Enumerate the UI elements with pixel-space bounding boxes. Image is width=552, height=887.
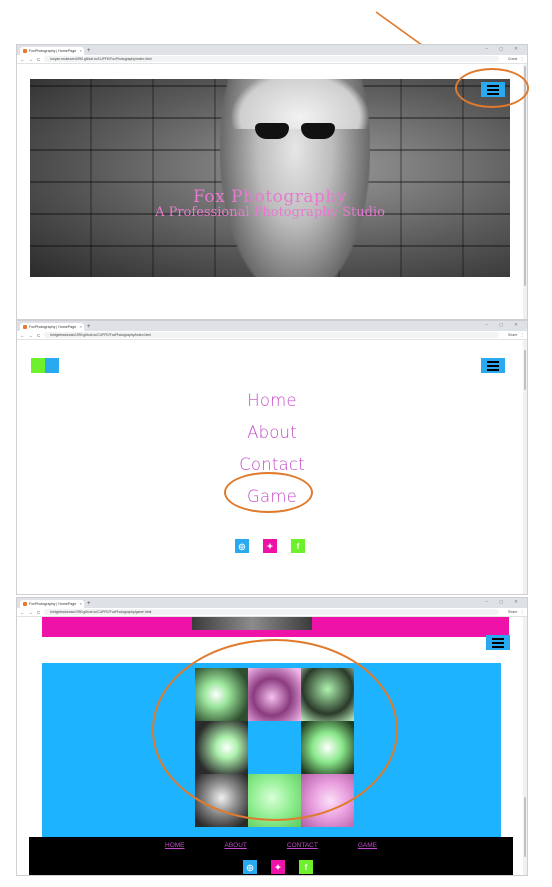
browser-tab[interactable]: FoxPhotography | HomePage × — [20, 323, 84, 331]
twitter-icon[interactable]: ✦ — [263, 539, 277, 553]
share-button[interactable]: Share — [508, 333, 518, 337]
scrollbar[interactable] — [523, 617, 527, 875]
forward-icon[interactable]: → — [29, 57, 34, 62]
new-tab-button[interactable]: + — [87, 323, 91, 331]
close-tab-icon[interactable]: × — [80, 47, 82, 55]
tab-title: FoxPhotography | HomePage — [29, 49, 77, 53]
close-tab-icon[interactable]: × — [80, 600, 82, 608]
fox-favicon-icon — [23, 49, 27, 53]
footer-link-home[interactable]: HOME — [165, 842, 185, 849]
url-field[interactable]: lucyan-mckeown1990.github.io/CUPFE/FoxPh… — [44, 56, 499, 62]
browser-window-home: FoxPhotography | HomePage × + – ◻ ✕ ← → … — [16, 44, 528, 320]
sunglasses-graphic — [255, 123, 335, 139]
menu-dots-icon[interactable]: ⋮ — [520, 333, 524, 337]
tab-strip: FoxPhotography | HomePage × + – ◻ ✕ — [17, 45, 527, 55]
annotation-highlight-game-link — [224, 472, 313, 513]
hero-photo-hair — [230, 79, 370, 129]
banner-photo — [192, 617, 312, 630]
address-bar-row: ← → C bridgetmckeown1990.github.io/CUPFE… — [17, 331, 527, 340]
facebook-icon[interactable]: f — [299, 860, 313, 874]
forward-icon[interactable]: → — [29, 333, 34, 338]
url-field[interactable]: bridgetmckeown1990.github.io/CUPFE/FoxPh… — [44, 332, 499, 338]
forward-icon[interactable]: → — [29, 610, 34, 615]
menu-item-home[interactable]: Home — [17, 385, 527, 417]
scrollbar[interactable] — [523, 340, 527, 594]
reload-icon[interactable]: C — [37, 333, 40, 338]
hero-subtitle: A Professional Photography Studio — [155, 205, 385, 220]
scrollbar[interactable] — [523, 64, 527, 319]
tab-strip: FoxPhotography | HomePage × + – ◻ ✕ — [17, 321, 527, 331]
address-bar-row: ← → C bridgetmckeown1990.github.io/CUPFE… — [17, 608, 527, 617]
menu-dots-icon[interactable]: ⋮ — [520, 610, 524, 614]
back-icon[interactable]: ← — [20, 610, 25, 615]
window-controls[interactable]: – ◻ ✕ — [485, 46, 523, 52]
hero-title: Fox Photography — [193, 187, 347, 207]
facebook-icon[interactable]: f — [291, 539, 305, 553]
footer-nav: HOME ABOUT CONTACT GAME — [29, 842, 513, 849]
url-field[interactable]: bridgetmckeown1990.github.io/CUPFE/FoxPh… — [44, 609, 499, 615]
fox-favicon-icon — [23, 602, 27, 606]
fox-favicon-icon — [23, 325, 27, 329]
reload-icon[interactable]: C — [37, 610, 40, 615]
annotation-highlight-hamburger — [455, 68, 529, 108]
new-tab-button[interactable]: + — [87, 47, 91, 55]
browser-window-menu: FoxPhotography | HomePage × + – ◻ ✕ ← → … — [16, 320, 528, 595]
new-tab-button[interactable]: + — [87, 600, 91, 608]
annotation-highlight-puzzle — [152, 639, 398, 821]
share-button[interactable]: Share — [508, 610, 518, 614]
footer-link-contact[interactable]: CONTACT — [287, 842, 318, 849]
browser-tab[interactable]: FoxPhotography | HomePage × — [20, 600, 84, 608]
tab-title: FoxPhotography | HomePage — [29, 602, 77, 606]
hamburger-menu-button[interactable] — [481, 358, 505, 373]
hamburger-menu-button[interactable] — [486, 635, 510, 650]
footer-link-about[interactable]: ABOUT — [225, 842, 247, 849]
social-links: ◎ ✦ f — [235, 539, 305, 553]
browser-tab[interactable]: FoxPhotography | HomePage × — [20, 47, 84, 55]
window-controls[interactable]: – ◻ ✕ — [485, 322, 523, 328]
banner-strip — [42, 617, 509, 637]
hero-banner: Fox Photography A Professional Photograp… — [30, 79, 510, 277]
back-icon[interactable]: ← — [20, 333, 25, 338]
instagram-icon[interactable]: ◎ — [235, 539, 249, 553]
reload-icon[interactable]: C — [37, 57, 40, 62]
site-logo[interactable] — [31, 358, 59, 373]
tab-strip: FoxPhotography | HomePage × + – ◻ ✕ — [17, 598, 527, 608]
menu-dots-icon[interactable]: ⋮ — [520, 57, 524, 61]
instagram-icon[interactable]: ◎ — [243, 860, 257, 874]
window-controls[interactable]: – ◻ ✕ — [485, 599, 523, 605]
footer-social-links: ◎ ✦ f — [243, 860, 313, 874]
close-tab-icon[interactable]: × — [80, 323, 82, 331]
tab-title: FoxPhotography | HomePage — [29, 325, 77, 329]
menu-item-about[interactable]: About — [17, 417, 527, 449]
address-bar-row: ← → C lucyan-mckeown1990.github.io/CUPFE… — [17, 55, 527, 64]
profile-button[interactable]: Guest — [508, 57, 518, 61]
twitter-icon[interactable]: ✦ — [271, 860, 285, 874]
back-icon[interactable]: ← — [20, 57, 25, 62]
footer-link-game[interactable]: GAME — [358, 842, 377, 849]
